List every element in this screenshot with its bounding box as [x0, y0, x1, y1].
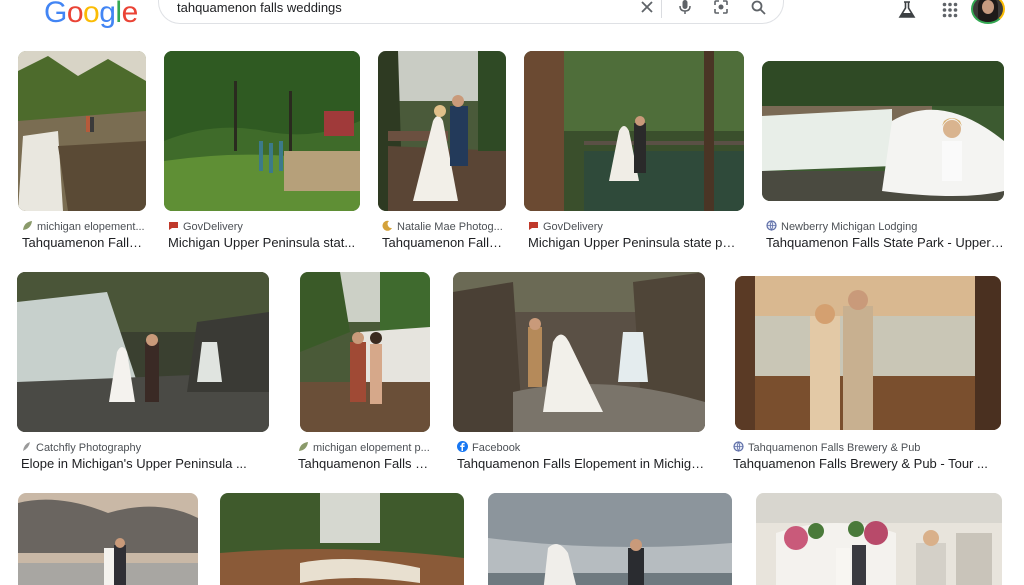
result-source: GovDelivery [528, 220, 742, 233]
result-thumbnail[interactable] [18, 51, 146, 211]
result-source: michigan elopement... [22, 220, 146, 233]
facebook-icon [457, 441, 468, 452]
image-result-4[interactable]: GovDelivery Michigan Upper Peninsula sta… [524, 51, 744, 251]
globe-icon [766, 220, 777, 231]
result-thumbnail[interactable] [17, 272, 269, 432]
result-source: Tahquamenon Falls Brewery & Pub [733, 441, 1001, 454]
search-icon[interactable] [748, 0, 768, 17]
result-source: Facebook [457, 441, 705, 454]
result-thumbnail[interactable] [735, 276, 1001, 430]
result-title[interactable]: Tahquamenon Falls State Park - Upper ... [766, 235, 1004, 250]
image-result-1[interactable]: michigan elopement... Tahquamenon Falls.… [18, 51, 146, 251]
result-source: michigan elopement p... [298, 441, 430, 454]
result-title[interactable]: Tahquamenon Falls... [382, 235, 506, 250]
moon-icon [382, 220, 393, 231]
result-title[interactable]: Michigan Upper Peninsula state par... [528, 235, 742, 250]
result-thumbnail[interactable] [453, 272, 705, 432]
image-result-2[interactable]: GovDelivery Michigan Upper Peninsula sta… [164, 51, 360, 251]
result-source: Newberry Michigan Lodging [766, 220, 1004, 233]
search-box[interactable]: tahquamenon falls weddings [158, 0, 784, 24]
result-title[interactable]: Tahquamenon Falls Elopement in Michiga..… [457, 456, 705, 471]
globe-icon [733, 441, 744, 452]
image-result-6[interactable]: Catchfly Photography Elope in Michigan's… [17, 272, 269, 472]
result-thumbnail[interactable] [220, 493, 464, 585]
avatar[interactable] [971, 0, 1005, 24]
feather-icon [21, 441, 32, 452]
result-thumbnail[interactable] [378, 51, 506, 211]
leaf-icon [22, 220, 33, 231]
result-thumbnail[interactable] [18, 493, 198, 585]
result-source: Natalie Mae Photog... [382, 220, 506, 233]
result-source: GovDelivery [168, 220, 358, 233]
result-title[interactable]: Michigan Upper Peninsula stat... [168, 235, 358, 250]
result-title[interactable]: Tahquamenon Falls... [22, 235, 146, 250]
result-thumbnail[interactable] [756, 493, 1002, 585]
search-input[interactable]: tahquamenon falls weddings [177, 0, 342, 15]
result-thumbnail[interactable] [762, 61, 1004, 201]
image-result-13[interactable] [756, 493, 1002, 585]
microphone-icon[interactable] [675, 0, 695, 17]
avatar-face [982, 0, 994, 14]
image-result-12[interactable] [488, 493, 732, 585]
result-thumbnail[interactable] [524, 51, 744, 211]
labs-flask-icon[interactable] [895, 0, 919, 22]
image-result-5[interactable]: Newberry Michigan Lodging Tahquamenon Fa… [762, 61, 1004, 251]
result-title[interactable]: Tahquamenon Falls Brewery & Pub - Tour .… [733, 456, 1001, 471]
image-result-8[interactable]: Facebook Tahquamenon Falls Elopement in … [453, 272, 705, 472]
result-title[interactable]: Elope in Michigan's Upper Peninsula ... [21, 456, 269, 471]
result-thumbnail[interactable] [300, 272, 430, 432]
image-result-3[interactable]: Natalie Mae Photog... Tahquamenon Falls.… [378, 51, 506, 251]
google-logo[interactable]: Google [44, 0, 138, 30]
lens-icon[interactable] [711, 0, 731, 17]
govdelivery-icon [168, 220, 179, 231]
search-divider [661, 0, 662, 18]
image-result-10[interactable] [18, 493, 198, 585]
image-result-11[interactable] [220, 493, 464, 585]
apps-grid-icon[interactable] [938, 0, 962, 22]
image-result-9[interactable]: Tahquamenon Falls Brewery & Pub Tahquame… [729, 272, 1001, 472]
clear-icon[interactable] [637, 0, 657, 17]
result-thumbnail[interactable] [164, 51, 360, 211]
result-thumbnail[interactable] [488, 493, 732, 585]
leaf-icon [298, 441, 309, 452]
result-source: Catchfly Photography [21, 441, 269, 454]
image-result-7[interactable]: michigan elopement p... Tahquamenon Fall… [294, 272, 430, 472]
result-title[interactable]: Tahquamenon Falls C... [298, 456, 430, 471]
govdelivery-icon [528, 220, 539, 231]
